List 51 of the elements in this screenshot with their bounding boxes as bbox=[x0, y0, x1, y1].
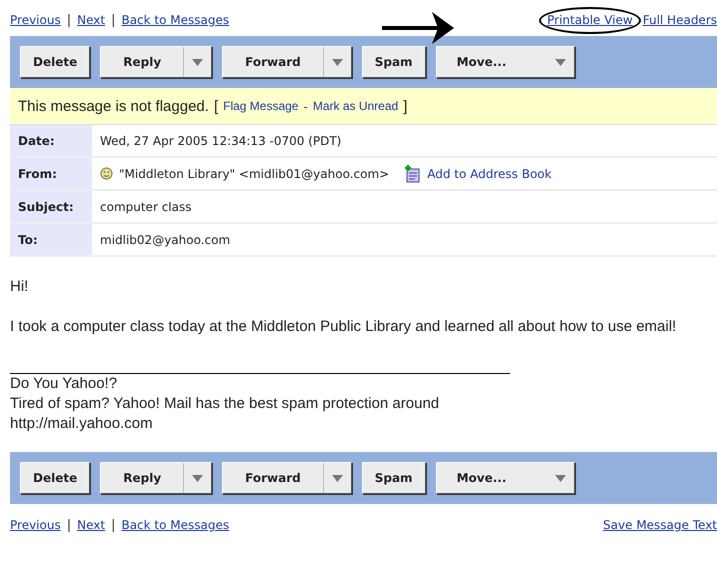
add-to-address-book-link[interactable]: Add to Address Book bbox=[427, 166, 552, 180]
toolbar-menu-button[interactable]: Move... bbox=[436, 46, 575, 78]
signature-line: http://mail.yahoo.com bbox=[10, 414, 154, 434]
dropdown-arrow-icon bbox=[554, 474, 566, 482]
separator-text: | bbox=[111, 12, 116, 28]
message-paragraph: Hi! bbox=[10, 277, 30, 297]
address-book-add-icon bbox=[403, 164, 422, 182]
header-label: From: bbox=[10, 158, 92, 191]
dropdown-arrow-icon bbox=[554, 58, 566, 66]
smiley-icon bbox=[100, 167, 113, 180]
nav-link[interactable]: Next bbox=[77, 13, 106, 27]
flag-status-text: This message is not flagged. bbox=[18, 98, 209, 114]
dropdown-arrow-icon bbox=[192, 58, 204, 66]
dropdown-arrow-icon bbox=[332, 474, 343, 482]
header-label: Subject: bbox=[10, 191, 92, 224]
header-label: Date: bbox=[10, 125, 92, 158]
message-paragraph: I took a computer class today at the Middleton Public Library and learned all about how to use email! bbox=[10, 317, 678, 337]
nav-link[interactable]: Previous bbox=[10, 13, 61, 27]
toolbar-split-button[interactable]: Forward bbox=[222, 462, 352, 494]
dropdown-arrow-icon bbox=[192, 474, 204, 482]
bracket-text: ] bbox=[403, 98, 408, 114]
separator-text: | bbox=[66, 518, 72, 532]
signature-line: Tired of spam? Yahoo! Mail has the best spam protection around bbox=[10, 394, 440, 414]
signature-line: Do You Yahoo!? bbox=[10, 374, 118, 394]
separator-text: - bbox=[303, 98, 308, 114]
nav-link[interactable]: Back to Messages bbox=[121, 518, 230, 532]
separator-text: | bbox=[111, 518, 116, 532]
header-label: To: bbox=[10, 224, 92, 257]
nav-link[interactable]: Printable View bbox=[547, 12, 633, 26]
separator-text: | bbox=[66, 12, 72, 28]
sender-text: "Middleton Library" <midlib01@yahoo.com> bbox=[119, 166, 390, 180]
nav-link[interactable]: Previous bbox=[10, 518, 61, 532]
toolbar-button[interactable]: Spam bbox=[362, 462, 426, 494]
dropdown-arrow-icon bbox=[332, 58, 343, 66]
nav-link[interactable]: Full Headers bbox=[642, 12, 717, 26]
toolbar-button[interactable]: Delete bbox=[20, 46, 90, 78]
mark-unread-link[interactable]: Mark as Unread bbox=[312, 99, 398, 113]
header-value: Wed, 27 Apr 2005 12:34:13 -0700 (PDT) bbox=[92, 125, 717, 158]
nav-link[interactable]: Save Message Text bbox=[603, 518, 717, 532]
toolbar-split-button[interactable]: Reply bbox=[100, 462, 212, 494]
header-value: computer class bbox=[92, 191, 717, 224]
nav-link[interactable]: Next bbox=[77, 518, 106, 532]
bracket-text: [ bbox=[214, 98, 218, 114]
toolbar-button[interactable]: Spam bbox=[362, 46, 426, 78]
toolbar-button[interactable]: Delete bbox=[20, 462, 90, 494]
toolbar-menu-button[interactable]: Move... bbox=[436, 462, 575, 494]
header-value: midlib02@yahoo.com bbox=[92, 224, 717, 257]
toolbar-split-button[interactable]: Forward bbox=[222, 46, 352, 78]
toolbar-split-button[interactable]: Reply bbox=[100, 46, 212, 78]
nav-link[interactable]: Back to Messages bbox=[121, 13, 230, 27]
flag-message-link[interactable]: Flag Message bbox=[223, 99, 298, 113]
